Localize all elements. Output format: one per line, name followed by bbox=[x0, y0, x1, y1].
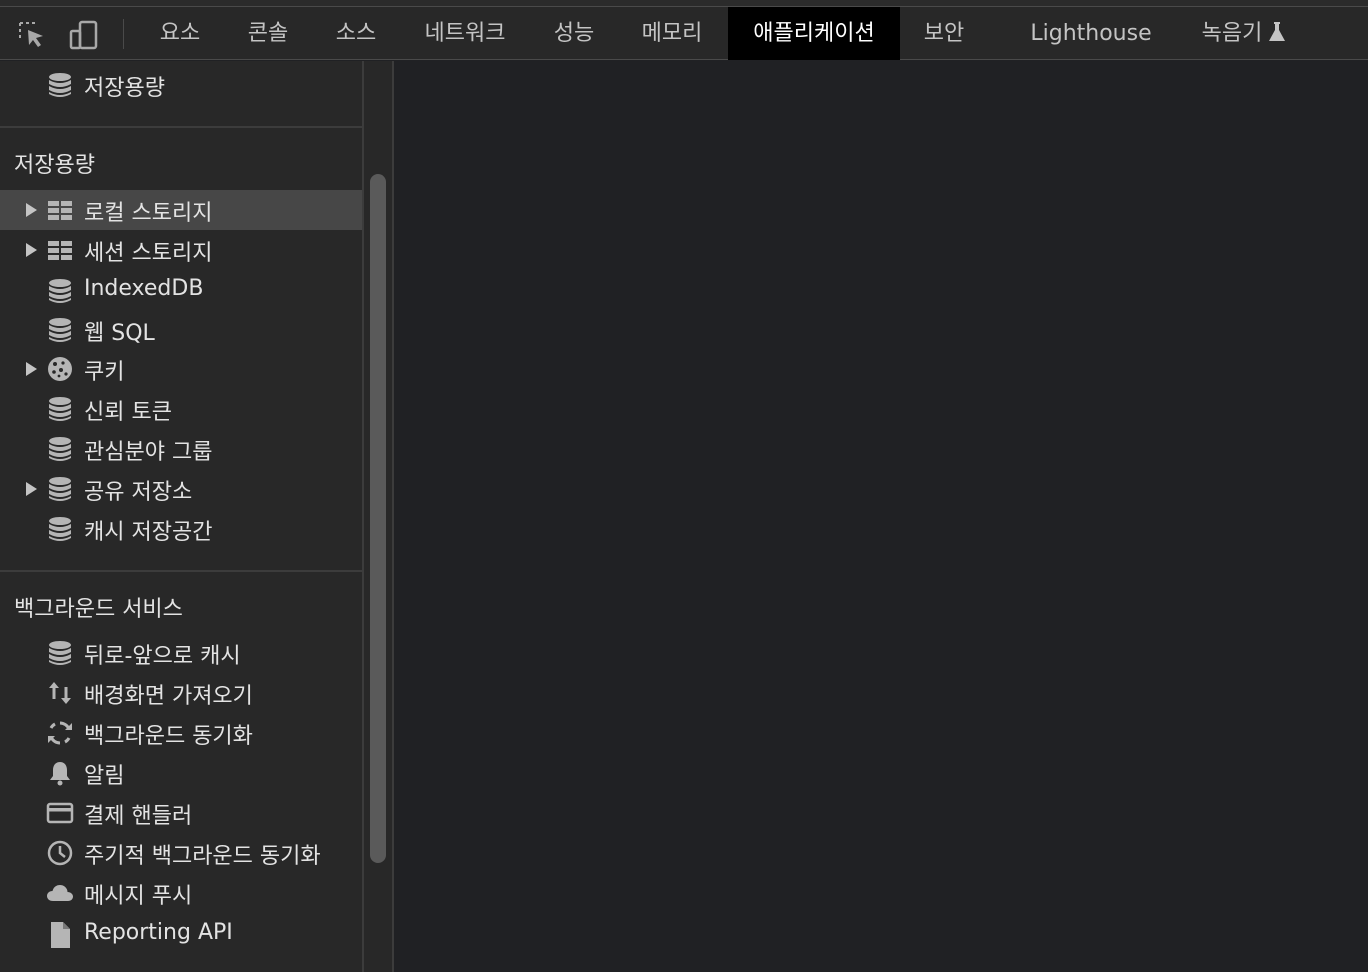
database-icon bbox=[49, 318, 71, 342]
sidebar-item-reporting-api[interactable]: Reporting API bbox=[0, 915, 362, 955]
section-title-background-services: 백그라운드 서비스 bbox=[14, 597, 183, 622]
sidebar-item-local-storage[interactable]: 로컬 스토리지 bbox=[0, 190, 362, 230]
sync-arrows-icon bbox=[49, 682, 71, 704]
sidebar-item-label: 공유 저장소 bbox=[84, 480, 193, 505]
document-icon bbox=[51, 922, 70, 948]
expand-arrow-icon[interactable] bbox=[26, 203, 37, 217]
sidebar-item-storage-overview[interactable]: 저장용량 bbox=[0, 65, 362, 105]
tab-recorder-label: 녹음기 bbox=[1201, 21, 1263, 46]
credit-card-icon bbox=[46, 802, 74, 824]
tab-elements[interactable]: 요소 bbox=[148, 7, 212, 60]
sidebar-item-shared-storage[interactable]: 공유 저장소 bbox=[0, 469, 362, 509]
sidebar-item-label: Reporting API bbox=[84, 920, 233, 945]
tab-security[interactable]: 보안 bbox=[912, 7, 976, 60]
section-title-storage: 저장용량 bbox=[14, 153, 95, 178]
sidebar-item-push-messaging[interactable]: 메시지 푸시 bbox=[0, 873, 362, 913]
sidebar-item-notifications[interactable]: 알림 bbox=[0, 753, 362, 793]
application-sidebar: 저장용량 저장용량 로컬 스토리지 세션 스토리지 IndexedDB 웹 SQ… bbox=[0, 61, 362, 972]
inspect-element-icon[interactable] bbox=[16, 19, 48, 51]
sidebar-item-label: 캐시 저장공간 bbox=[84, 520, 213, 545]
tab-application[interactable]: 애플리케이션 bbox=[728, 7, 900, 60]
sidebar-item-web-sql[interactable]: 웹 SQL bbox=[0, 310, 362, 350]
expand-arrow-icon[interactable] bbox=[26, 482, 37, 496]
sidebar-item-label: 주기적 백그라운드 동기화 bbox=[84, 844, 321, 869]
sidebar-item-label: 메시지 푸시 bbox=[84, 884, 193, 909]
sidebar-item-payment-handler[interactable]: 결제 핸들러 bbox=[0, 793, 362, 833]
sidebar-item-interest-groups[interactable]: 관심분야 그룹 bbox=[0, 429, 362, 469]
sidebar-item-label: 신뢰 토큰 bbox=[84, 400, 172, 425]
tab-network[interactable]: 네트워크 bbox=[412, 7, 518, 60]
sidebar-item-label: 웹 SQL bbox=[84, 321, 155, 346]
sidebar-item-label: 세션 스토리지 bbox=[84, 241, 213, 266]
cookie-icon bbox=[48, 357, 72, 381]
experimental-flask-icon bbox=[1269, 22, 1286, 41]
sidebar-item-label: 알림 bbox=[84, 764, 125, 789]
sidebar-item-label: 관심분야 그룹 bbox=[84, 440, 213, 465]
table-icon bbox=[48, 241, 72, 260]
toolbar-separator bbox=[123, 19, 124, 49]
cloud-icon bbox=[47, 885, 73, 901]
main-content-panel bbox=[394, 61, 1368, 972]
sidebar-scrollbar-thumb[interactable] bbox=[370, 174, 386, 863]
database-icon bbox=[49, 641, 71, 665]
clock-icon bbox=[47, 840, 73, 866]
sidebar-item-indexeddb[interactable]: IndexedDB bbox=[0, 271, 362, 311]
sidebar-item-background-sync[interactable]: 백그라운드 동기화 bbox=[0, 713, 362, 753]
device-toolbar-icon[interactable] bbox=[68, 19, 100, 51]
tab-lighthouse[interactable]: Lighthouse bbox=[1016, 7, 1166, 60]
tab-recorder[interactable]: 녹음기 bbox=[1186, 7, 1302, 60]
sidebar-item-session-storage[interactable]: 세션 스토리지 bbox=[0, 230, 362, 270]
sidebar-item-label: 결제 핸들러 bbox=[84, 804, 193, 829]
expand-arrow-icon[interactable] bbox=[26, 243, 37, 257]
database-icon bbox=[49, 517, 71, 541]
sidebar-item-label: 뒤로-앞으로 캐시 bbox=[84, 644, 241, 669]
sidebar-item-cookies[interactable]: 쿠키 bbox=[0, 349, 362, 389]
database-icon bbox=[49, 437, 71, 461]
sidebar-item-label: 저장용량 bbox=[84, 76, 165, 101]
table-icon bbox=[48, 201, 72, 220]
expand-arrow-icon[interactable] bbox=[26, 362, 37, 376]
database-icon bbox=[49, 477, 71, 501]
tab-sources[interactable]: 소스 bbox=[324, 7, 388, 60]
sidebar-item-periodic-background-sync[interactable]: 주기적 백그라운드 동기화 bbox=[0, 833, 362, 873]
bell-icon bbox=[50, 762, 70, 786]
sidebar-divider bbox=[0, 570, 362, 572]
tab-memory[interactable]: 메모리 bbox=[630, 7, 714, 60]
sidebar-item-label: 백그라운드 동기화 bbox=[84, 724, 253, 749]
sidebar-item-label: IndexedDB bbox=[84, 276, 204, 301]
refresh-icon bbox=[48, 721, 72, 745]
sidebar-item-cache-storage[interactable]: 캐시 저장공간 bbox=[0, 509, 362, 549]
sidebar-item-background-fetch[interactable]: 배경화면 가져오기 bbox=[0, 673, 362, 713]
sidebar-item-label: 로컬 스토리지 bbox=[84, 201, 213, 226]
sidebar-item-back-forward-cache[interactable]: 뒤로-앞으로 캐시 bbox=[0, 633, 362, 673]
database-icon bbox=[49, 397, 71, 421]
sidebar-item-label: 배경화면 가져오기 bbox=[84, 684, 253, 709]
sidebar-divider bbox=[0, 126, 362, 128]
devtools-toolbar: 요소 콘솔 소스 네트워크 성능 메모리 애플리케이션 보안 Lighthous… bbox=[0, 6, 1368, 60]
sidebar-item-label: 쿠키 bbox=[84, 360, 125, 385]
sidebar-item-trust-tokens[interactable]: 신뢰 토큰 bbox=[0, 389, 362, 429]
database-icon bbox=[49, 73, 71, 97]
database-icon bbox=[49, 279, 71, 303]
tab-console[interactable]: 콘솔 bbox=[236, 7, 300, 60]
tab-performance[interactable]: 성능 bbox=[542, 7, 606, 60]
